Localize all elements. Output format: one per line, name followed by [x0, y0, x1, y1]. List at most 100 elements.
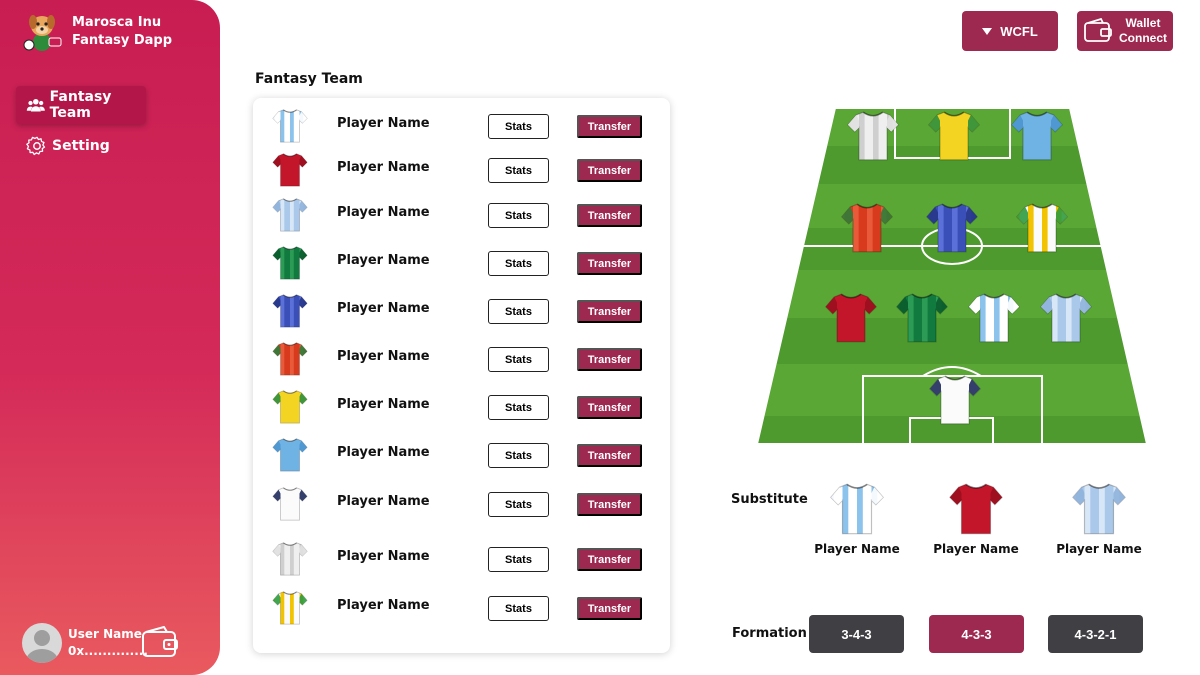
league-select-button[interactable]: WCFL — [962, 11, 1058, 51]
sidebar-item-setting[interactable]: Setting — [26, 134, 110, 158]
pitch-player[interactable] — [845, 108, 901, 164]
stats-button[interactable]: Stats — [488, 395, 549, 420]
player-row: Player Name Stats Transfer — [253, 291, 670, 331]
player-name: Player Name — [337, 445, 430, 460]
transfer-button[interactable]: Transfer — [577, 300, 642, 323]
substitute-name: Player Name — [1056, 542, 1142, 556]
stats-button[interactable]: Stats — [488, 203, 549, 228]
stats-button[interactable]: Stats — [488, 596, 549, 621]
player-name: Player Name — [337, 598, 430, 613]
pitch-player[interactable] — [839, 200, 895, 256]
wallet-icon[interactable] — [140, 626, 180, 660]
team-list: Player Name Stats Transfer Player Name S… — [253, 98, 670, 653]
brand-name: Marosca Inu — [72, 15, 162, 30]
user-name: User Name — [68, 627, 142, 641]
jersey-icon — [272, 542, 308, 576]
player-row: Player Name Stats Transfer — [253, 339, 670, 379]
player-name: Player Name — [337, 116, 430, 131]
jersey-icon — [272, 342, 308, 376]
transfer-button[interactable]: Transfer — [577, 396, 642, 419]
brand[interactable]: Marosca Inu Fantasy Dapp — [22, 12, 172, 52]
stats-button[interactable]: Stats — [488, 492, 549, 517]
jersey-icon — [272, 198, 308, 232]
transfer-button[interactable]: Transfer — [577, 444, 642, 467]
avatar — [22, 623, 62, 663]
brand-subtitle: Fantasy Dapp — [72, 33, 173, 48]
jersey-icon — [272, 153, 308, 187]
stats-button[interactable]: Stats — [488, 443, 549, 468]
jersey-icon — [1011, 111, 1063, 161]
jersey-icon — [272, 591, 308, 625]
jersey-icon — [272, 109, 308, 143]
wallet-icon — [1084, 18, 1112, 42]
jersey-icon — [926, 203, 978, 253]
transfer-button[interactable]: Transfer — [577, 348, 642, 371]
player-row: Player Name Stats Transfer — [253, 150, 670, 190]
player-name: Player Name — [337, 549, 430, 564]
wallet-label-line2: Connect — [1119, 31, 1167, 45]
stats-button[interactable]: Stats — [488, 158, 549, 183]
player-row: Player Name Stats Transfer — [253, 106, 670, 146]
transfer-button[interactable]: Transfer — [577, 115, 642, 138]
player-name: Player Name — [337, 494, 430, 509]
pitch-player[interactable] — [927, 372, 983, 428]
formation-option-4-3-3[interactable]: 4-3-3 — [929, 615, 1024, 653]
player-name: Player Name — [337, 205, 430, 220]
jersey-icon — [847, 111, 899, 161]
jersey-icon — [1016, 203, 1068, 253]
user-address: 0x.............. — [68, 644, 148, 658]
jersey-icon — [272, 246, 308, 280]
player-row: Player Name Stats Transfer — [253, 484, 670, 524]
jersey-icon — [1072, 483, 1126, 535]
stats-button[interactable]: Stats — [488, 347, 549, 372]
jersey-icon — [896, 293, 948, 343]
pitch-player[interactable] — [966, 290, 1022, 346]
pitch-player[interactable] — [924, 200, 980, 256]
player-row: Player Name Stats Transfer — [253, 435, 670, 475]
stats-button[interactable]: Stats — [488, 299, 549, 324]
player-row: Player Name Stats Transfer — [253, 387, 670, 427]
transfer-button[interactable]: Transfer — [577, 252, 642, 275]
pitch-player[interactable] — [1009, 108, 1065, 164]
transfer-button[interactable]: Transfer — [577, 548, 642, 571]
jersey-icon — [825, 293, 877, 343]
player-row: Player Name Stats Transfer — [253, 588, 670, 628]
sidebar: Marosca Inu Fantasy Dapp Fantasy Team Se… — [0, 0, 220, 675]
stats-button[interactable]: Stats — [488, 114, 549, 139]
jersey-icon — [841, 203, 893, 253]
jersey-icon — [272, 487, 308, 521]
substitute-player[interactable]: Player Name — [1054, 478, 1144, 556]
dog-logo-icon — [23, 15, 62, 51]
jersey-icon — [272, 294, 308, 328]
pitch-player[interactable] — [1038, 290, 1094, 346]
transfer-button[interactable]: Transfer — [577, 493, 642, 516]
transfer-button[interactable]: Transfer — [577, 159, 642, 182]
pitch-player[interactable] — [1014, 200, 1070, 256]
sidebar-item-label: Fantasy Team — [49, 89, 112, 121]
formation-option-4-3-2-1[interactable]: 4-3-2-1 — [1048, 615, 1143, 653]
player-name: Player Name — [337, 397, 430, 412]
wallet-connect-button[interactable]: Wallet Connect — [1077, 11, 1173, 51]
pitch-player[interactable] — [926, 108, 982, 164]
sidebar-item-label: Setting — [52, 138, 110, 154]
jersey-icon — [272, 390, 308, 424]
formation-option-3-4-3[interactable]: 3-4-3 — [809, 615, 904, 653]
pitch — [755, 100, 1150, 448]
player-name: Player Name — [337, 253, 430, 268]
stats-button[interactable]: Stats — [488, 251, 549, 276]
sidebar-item-fantasy-team[interactable]: Fantasy Team — [16, 86, 146, 124]
substitute-player[interactable]: Player Name — [931, 478, 1021, 556]
player-name: Player Name — [337, 301, 430, 316]
pitch-player[interactable] — [823, 290, 879, 346]
jersey-icon — [272, 438, 308, 472]
substitute-name: Player Name — [814, 542, 900, 556]
player-name: Player Name — [337, 160, 430, 175]
pitch-player[interactable] — [894, 290, 950, 346]
transfer-button[interactable]: Transfer — [577, 204, 642, 227]
user-profile[interactable]: User Name 0x.............. — [22, 623, 148, 663]
substitute-player[interactable]: Player Name — [812, 478, 902, 556]
gear-icon — [26, 136, 46, 156]
transfer-button[interactable]: Transfer — [577, 597, 642, 620]
stats-button[interactable]: Stats — [488, 547, 549, 572]
formation-label: Formation — [732, 626, 807, 641]
